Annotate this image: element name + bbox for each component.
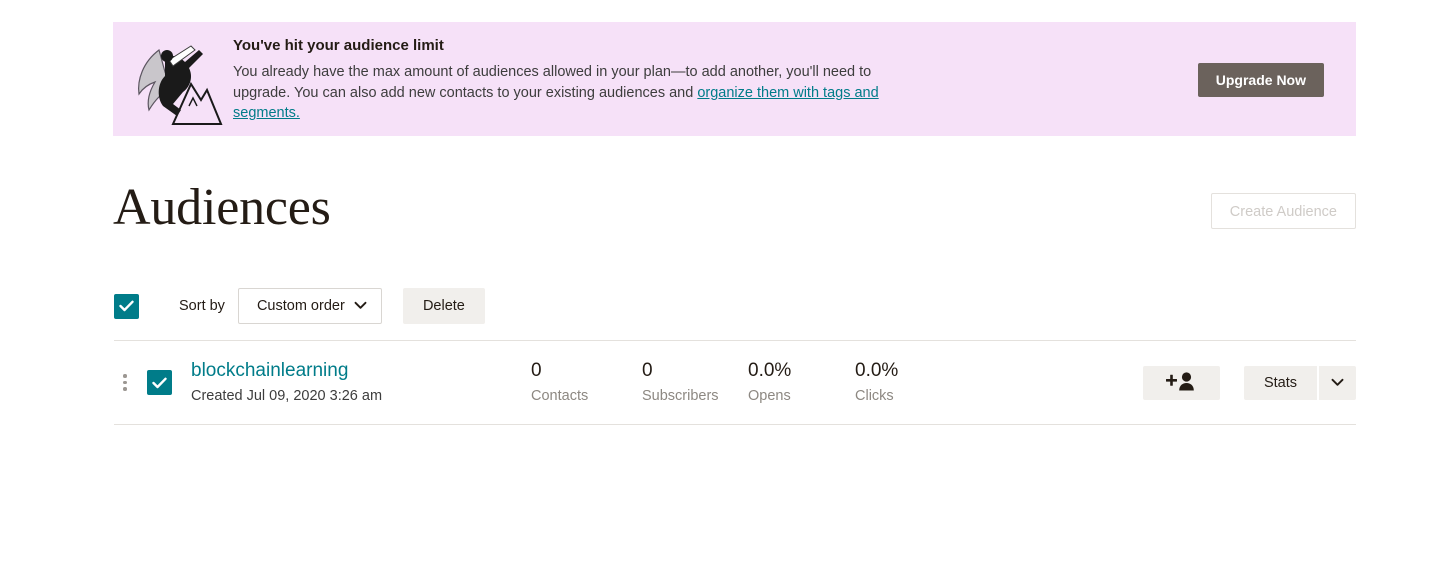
stat-value: 0.0% [855,360,899,381]
page-header: Audiences Create Audience [113,178,1356,238]
row-actions: Stats [1142,365,1356,400]
stat-value: 0 [531,360,542,381]
audiences-page: You've hit your audience limit You alrea… [0,0,1429,581]
row-checkbox[interactable] [147,370,172,395]
drag-dot [123,387,127,391]
chevron-down-icon [1331,375,1344,390]
stat-label: Opens [748,388,791,404]
banner-action: Upgrade Now [1197,63,1324,97]
audience-created-date: Created Jul 09, 2020 3:26 am [191,388,383,404]
sort-order-value: Custom order [256,298,345,314]
drag-dot [123,380,127,385]
audience-limit-banner: You've hit your audience limit You alrea… [113,22,1356,136]
chevron-down-icon [354,297,367,315]
stat-opens: 0.0% Opens [748,359,855,406]
upgrade-now-button[interactable]: Upgrade Now [1197,63,1324,97]
sort-order-select[interactable]: Custom order [237,288,382,324]
stat-label: Contacts [531,388,589,404]
add-contact-button[interactable] [1142,365,1220,400]
banner-description: You already have the max amount of audie… [233,62,883,124]
list-bottom-divider [114,424,1356,425]
stat-label: Clicks [855,388,894,404]
stat-clicks: 0.0% Clicks [855,359,898,406]
audience-list: blockchainlearning Created Jul 09, 2020 … [114,340,1356,425]
stat-value: 0 [642,360,653,381]
stats-button[interactable]: Stats [1243,365,1317,400]
sort-by-label: Sort by [179,298,225,314]
select-all-checkbox[interactable] [114,293,139,319]
add-person-icon [1166,371,1196,394]
stat-value: 0.0% [748,360,792,381]
superhero-leaping-over-mountain-icon [129,32,225,132]
audience-name-link[interactable]: blockchainlearning [191,359,348,383]
row-name-block: blockchainlearning Created Jul 09, 2020 … [191,359,531,406]
stats-dropdown-button[interactable] [1319,365,1356,400]
list-toolbar: Sort by Custom order Delete [114,288,485,324]
stats-split-button: Stats [1243,365,1356,400]
drag-dot [123,374,127,378]
page-title: Audiences [113,179,331,236]
drag-handle-icon[interactable] [118,374,132,391]
stat-label: Subscribers [642,388,719,404]
create-audience-button[interactable]: Create Audience [1210,192,1356,229]
banner-title: You've hit your audience limit [233,37,444,54]
delete-button[interactable]: Delete [402,288,485,324]
table-row: blockchainlearning Created Jul 09, 2020 … [114,341,1356,424]
banner-body: You've hit your audience limit You alrea… [233,36,883,124]
stat-contacts: 0 Contacts [531,359,642,406]
stat-subscribers: 0 Subscribers [642,359,748,406]
